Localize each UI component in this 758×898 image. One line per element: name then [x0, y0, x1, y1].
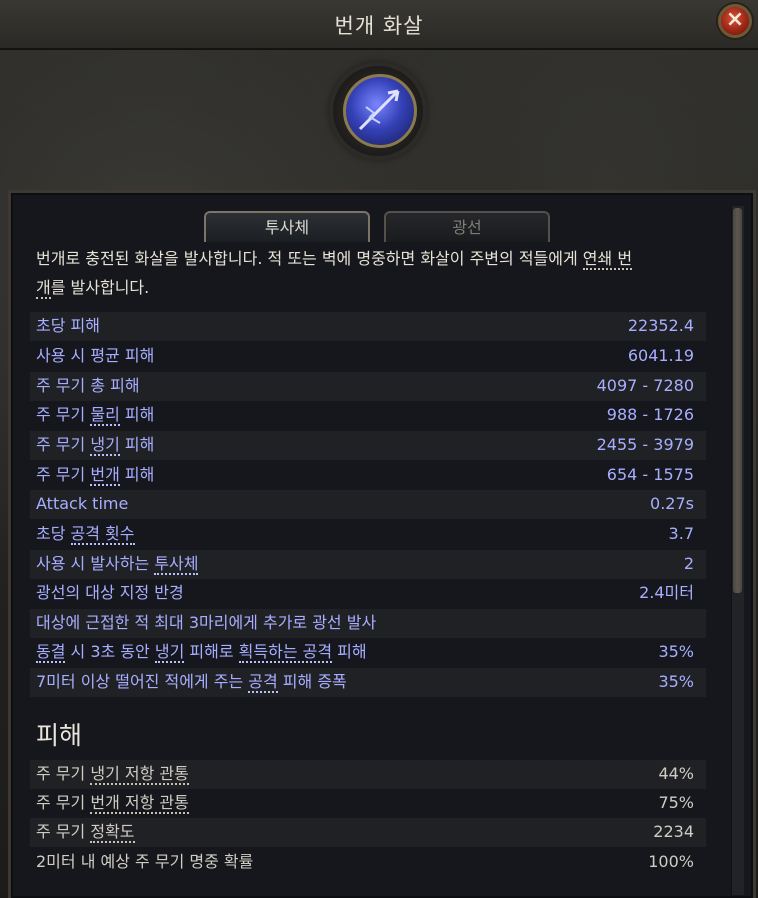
keyword-attack[interactable]: 공격: [248, 672, 278, 693]
keyword-physical[interactable]: 물리: [90, 405, 120, 426]
stat-label: 7미터 이상 떨어진 적에게 주는 공격 피해 증폭: [36, 672, 347, 693]
stat-label: 주 무기 총 피해: [36, 376, 140, 395]
stat-value: 44%: [658, 764, 694, 783]
keyword-cold[interactable]: 냉기: [154, 642, 185, 663]
scrollbar[interactable]: [731, 206, 744, 895]
stat-value: 75%: [658, 793, 694, 812]
stat-value: 2455 - 3979: [596, 435, 694, 454]
stat-label: 2미터 내 예상 주 무기 명중 확률: [36, 852, 254, 871]
stat-value: 2.4미터: [639, 583, 694, 602]
keyword-lightning[interactable]: 번개: [90, 465, 120, 486]
stat-value: 988 - 1726: [606, 405, 694, 424]
keyword-attack-rate[interactable]: 공격 횟수: [70, 524, 135, 545]
skill-emblem-orb: [343, 74, 417, 148]
keyword-cold-penetration[interactable]: 냉기 저항 관통: [90, 764, 189, 785]
stat-label: 주 무기 냉기 저항 관통: [36, 764, 189, 785]
skill-description: 번개로 충전된 화살을 발사합니다. 적 또는 벽에 명중하면 화살이 주변의 …: [36, 244, 718, 302]
stat-value: 0.27s: [650, 494, 694, 513]
stat-label: 광선의 대상 지정 반경: [36, 583, 184, 602]
stat-row: 동결 시 3초 동안 냉기 피해로 획득하는 공격 피해 35%: [30, 638, 706, 667]
stat-row: 주 무기 물리 피해 988 - 1726: [30, 401, 706, 430]
stat-label: 동결 시 3초 동안 냉기 피해로 획득하는 공격 피해: [36, 642, 367, 663]
arrow-icon: [358, 89, 400, 131]
keyword-gained-attack[interactable]: 획득하는 공격: [238, 642, 333, 663]
stat-value: 100%: [648, 852, 694, 871]
lightning-arrow-skill-icon: [333, 66, 423, 156]
scrollbar-thumb[interactable]: [733, 208, 742, 593]
close-icon[interactable]: ×: [718, 4, 752, 38]
damage-row: 주 무기 냉기 저항 관통 44%: [30, 760, 706, 789]
description-text: 번개로 충전된 화살을 발사합니다. 적 또는 벽에 명중하면 화살이 주변의 …: [36, 249, 583, 268]
stat-row: 사용 시 평균 피해 6041.19: [30, 342, 706, 371]
stat-value: 4097 - 7280: [596, 376, 694, 395]
stat-label: 주 무기 정확도: [36, 822, 135, 843]
stat-row: Attack time 0.27s: [30, 490, 706, 519]
title-bar: 번개 화살: [0, 0, 758, 50]
stat-label: 주 무기 물리 피해: [36, 405, 155, 426]
stat-row: 광선의 대상 지정 반경 2.4미터: [30, 579, 706, 608]
stat-label: Attack time: [36, 494, 129, 513]
stat-label: 사용 시 평균 피해: [36, 346, 155, 365]
stat-row: 초당 공격 횟수 3.7: [30, 520, 706, 549]
section-title-damage: 피해: [36, 721, 83, 750]
window-title: 번개 화살: [334, 14, 424, 38]
damage-row: 2미터 내 예상 주 무기 명중 확률 100%: [30, 848, 706, 877]
stat-row: 사용 시 발사하는 투사체 2: [30, 550, 706, 579]
stat-value: 2: [683, 554, 694, 573]
stat-row: 주 무기 총 피해 4097 - 7280: [30, 372, 706, 401]
keyword-accuracy[interactable]: 정확도: [90, 822, 135, 843]
keyword-chain-lightning[interactable]: 연쇄 번: [582, 249, 633, 270]
stat-value: 3.7: [668, 524, 694, 543]
stat-label: 대상에 근접한 적 최대 3마리에게 추가로 광선 발사: [36, 613, 377, 632]
stat-label: 초당 공격 횟수: [36, 524, 135, 545]
stat-value: 654 - 1575: [606, 465, 694, 484]
stat-label: 사용 시 발사하는 투사체: [36, 554, 199, 575]
stat-row: 대상에 근접한 적 최대 3마리에게 추가로 광선 발사: [30, 609, 706, 638]
stat-row: 7미터 이상 떨어진 적에게 주는 공격 피해 증폭 35%: [30, 668, 706, 697]
tab-projectile[interactable]: 투사체: [204, 211, 370, 242]
keyword-projectile[interactable]: 투사체: [154, 554, 199, 575]
stat-label: 주 무기 번개 피해: [36, 465, 155, 486]
stat-row: 주 무기 냉기 피해 2455 - 3979: [30, 431, 706, 460]
description-text-end: 를 발사합니다.: [50, 278, 150, 297]
stat-label: 초당 피해: [36, 316, 100, 335]
stat-row: 주 무기 번개 피해 654 - 1575: [30, 461, 706, 490]
stat-value: 35%: [658, 672, 694, 691]
stat-value: 22352.4: [627, 316, 694, 335]
tab-beam[interactable]: 광선: [384, 211, 550, 242]
damage-row: 주 무기 정확도 2234: [30, 818, 706, 847]
damage-row: 주 무기 번개 저항 관통 75%: [30, 789, 706, 818]
stat-value: 6041.19: [627, 346, 694, 365]
keyword-freeze[interactable]: 동결: [36, 642, 66, 663]
stat-value: 35%: [658, 642, 694, 661]
stat-label: 주 무기 번개 저항 관통: [36, 793, 189, 814]
keyword-cold[interactable]: 냉기: [90, 435, 120, 456]
stat-value: 2234: [653, 822, 694, 841]
keyword-lightning-penetration[interactable]: 번개 저항 관통: [90, 793, 189, 814]
keyword-chain-lightning-cont[interactable]: 개: [36, 278, 51, 299]
stat-row: 초당 피해 22352.4: [30, 312, 706, 341]
stat-label: 주 무기 냉기 피해: [36, 435, 155, 456]
tooltip-window: 번개 화살 × 투사체 광선 번개로 충전된 화살을 발사합니다. 적 또는 벽…: [0, 0, 758, 898]
